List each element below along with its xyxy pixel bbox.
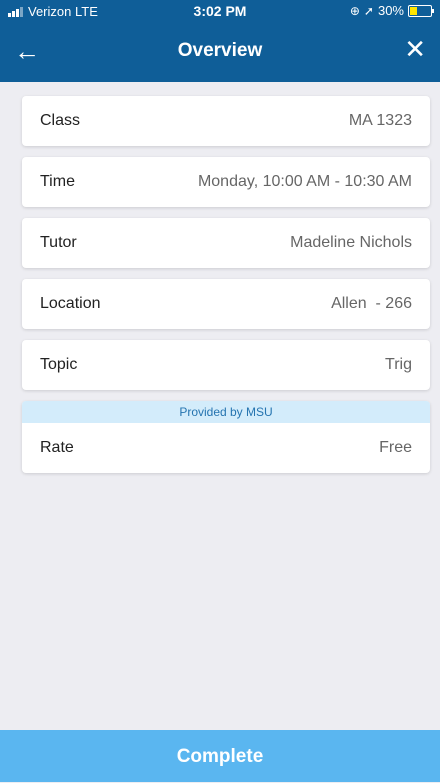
battery-icon xyxy=(408,4,434,17)
location-row: Location Allen - 266 xyxy=(22,279,430,329)
time-row: Time Monday, 10:00 AM - 10:30 AM xyxy=(22,157,430,207)
class-label: Class xyxy=(40,112,81,129)
class-value: MA 1323 xyxy=(348,112,412,129)
status-right: ⊕ ➚ 30% xyxy=(349,3,434,18)
topic-value: Trig xyxy=(385,356,412,373)
tutor-value: Madeline Nichols xyxy=(290,234,412,251)
class-row: Class MA 1323 xyxy=(22,96,430,146)
status-bar: Verizon LTE 3:02 PM ⊕ ➚ 30% xyxy=(0,0,440,22)
location-label: Location xyxy=(40,295,101,312)
close-icon[interactable]: ✕ xyxy=(404,36,426,62)
tutor-label: Tutor xyxy=(40,234,77,251)
tutor-row: Tutor Madeline Nichols xyxy=(22,218,430,268)
rate-value: Free xyxy=(379,439,412,456)
page-title: Overview xyxy=(177,40,263,61)
rotation-lock-icon: ⊕ xyxy=(349,3,360,18)
topic-label: Topic xyxy=(40,356,78,373)
topic-row: Topic Trig xyxy=(22,340,430,390)
overview-list: Class MA 1323 Time Monday, 10:00 AM - 10… xyxy=(22,96,430,473)
provider-banner: Provided by MSU xyxy=(22,401,430,423)
rate-row: Rate Free xyxy=(22,423,430,473)
time-value: Monday, 10:00 AM - 10:30 AM xyxy=(197,173,412,190)
rate-label: Rate xyxy=(40,439,74,456)
location-icon: ➚ xyxy=(363,3,374,18)
complete-button[interactable]: Complete xyxy=(0,730,440,782)
time-label: Time xyxy=(40,173,75,190)
location-value: Allen - 266 xyxy=(331,295,412,312)
nav-bar: ← Overview ✕ xyxy=(0,22,440,82)
battery-percent: 30% xyxy=(377,3,404,18)
rate-card: Provided by MSU Rate Free xyxy=(22,401,430,473)
